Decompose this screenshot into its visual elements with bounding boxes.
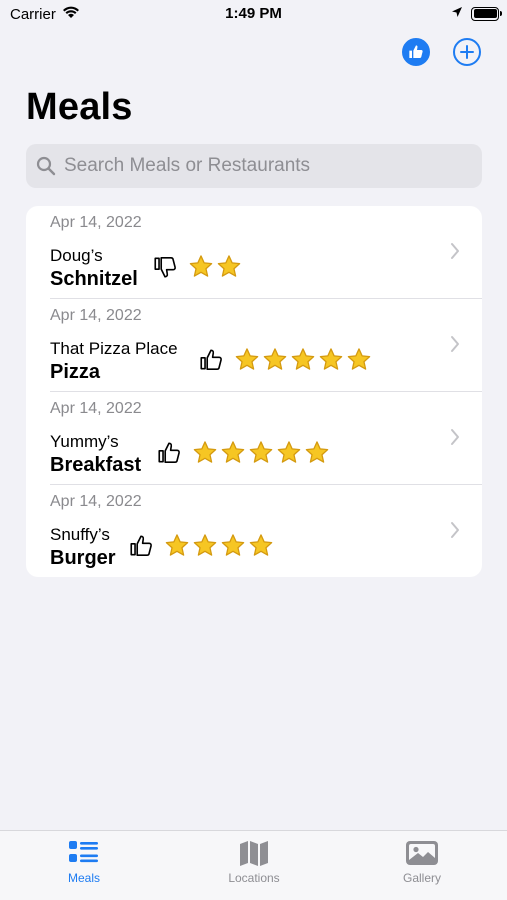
star-icon [193, 441, 217, 463]
thumbs-up-icon [409, 45, 423, 58]
meal-name: Breakfast [50, 454, 142, 476]
location-arrow-icon [451, 5, 463, 22]
tab-label: Locations [228, 871, 280, 885]
meal-rating [152, 254, 242, 280]
photo-icon [406, 841, 438, 865]
restaurant-name: Doug’s [50, 246, 103, 265]
thumbs-up-icon [158, 442, 180, 464]
restaurant-name: That Pizza Place [50, 339, 178, 358]
thumbs-down-icon [154, 256, 176, 278]
page-title: Meals [26, 86, 133, 128]
star-rating [192, 440, 330, 466]
status-right [451, 5, 502, 22]
star-icon [249, 441, 273, 463]
search-icon [36, 156, 56, 176]
add-meal-button[interactable] [453, 38, 481, 66]
star-icon [291, 348, 315, 370]
tab-label: Gallery [402, 871, 441, 885]
meal-date: Apr 14, 2022 [50, 307, 142, 324]
meal-date: Apr 14, 2022 [50, 493, 142, 510]
star-icon [277, 441, 301, 463]
meals-list: Apr 14, 2022 Doug’s Schnitzel Apr 14, 20… [26, 206, 482, 577]
star-icon [217, 255, 241, 277]
star-rating [188, 254, 242, 280]
star-icon [221, 534, 245, 556]
star-rating [164, 533, 274, 559]
meal-row[interactable]: Apr 14, 2022 That Pizza Place Pizza [26, 299, 482, 392]
search-input[interactable] [64, 155, 464, 177]
meal-row[interactable]: Apr 14, 2022 Doug’s Schnitzel [26, 206, 482, 299]
tab-meals[interactable]: Meals [24, 839, 144, 885]
tab-gallery[interactable]: Gallery [362, 839, 482, 885]
meal-name: Burger [50, 547, 116, 569]
meal-row[interactable]: Apr 14, 2022 Yummy’s Breakfast [26, 392, 482, 485]
meal-date: Apr 14, 2022 [50, 400, 142, 417]
star-rating [234, 347, 372, 373]
star-icon [263, 348, 287, 370]
chevron-right-icon [451, 243, 459, 259]
star-icon [305, 441, 329, 463]
battery-icon [471, 6, 502, 21]
star-icon [193, 534, 217, 556]
chevron-right-icon [451, 429, 459, 445]
restaurant-name: Yummy’s [50, 432, 119, 451]
meal-rating [198, 347, 372, 373]
restaurant-name: Snuffy’s [50, 525, 110, 544]
thumbs-up-icon [130, 535, 152, 557]
meal-rating [156, 440, 330, 466]
plus-icon [460, 45, 474, 59]
meal-name: Pizza [50, 361, 101, 383]
tab-bar: Meals Locations Gallery [0, 830, 507, 900]
list-icon [69, 841, 98, 863]
status-bar: Carrier 1:49 PM [0, 0, 507, 28]
star-icon [221, 441, 245, 463]
chevron-right-icon [451, 336, 459, 352]
search-bar[interactable] [26, 144, 482, 188]
star-icon [319, 348, 343, 370]
star-icon [165, 534, 189, 556]
chevron-right-icon [451, 522, 459, 538]
star-icon [249, 534, 273, 556]
map-icon [240, 841, 268, 866]
meal-row[interactable]: Apr 14, 2022 Snuffy’s Burger [26, 485, 482, 577]
favorite-filter-button[interactable] [402, 38, 430, 66]
star-icon [189, 255, 213, 277]
meal-date: Apr 14, 2022 [50, 214, 142, 231]
star-icon [235, 348, 259, 370]
tab-label: Meals [67, 871, 100, 885]
status-time: 1:49 PM [225, 5, 282, 22]
star-icon [347, 348, 371, 370]
tab-locations[interactable]: Locations [194, 839, 314, 885]
thumbs-up-icon [200, 349, 222, 371]
meal-name: Schnitzel [50, 268, 138, 290]
meal-rating [128, 533, 274, 559]
